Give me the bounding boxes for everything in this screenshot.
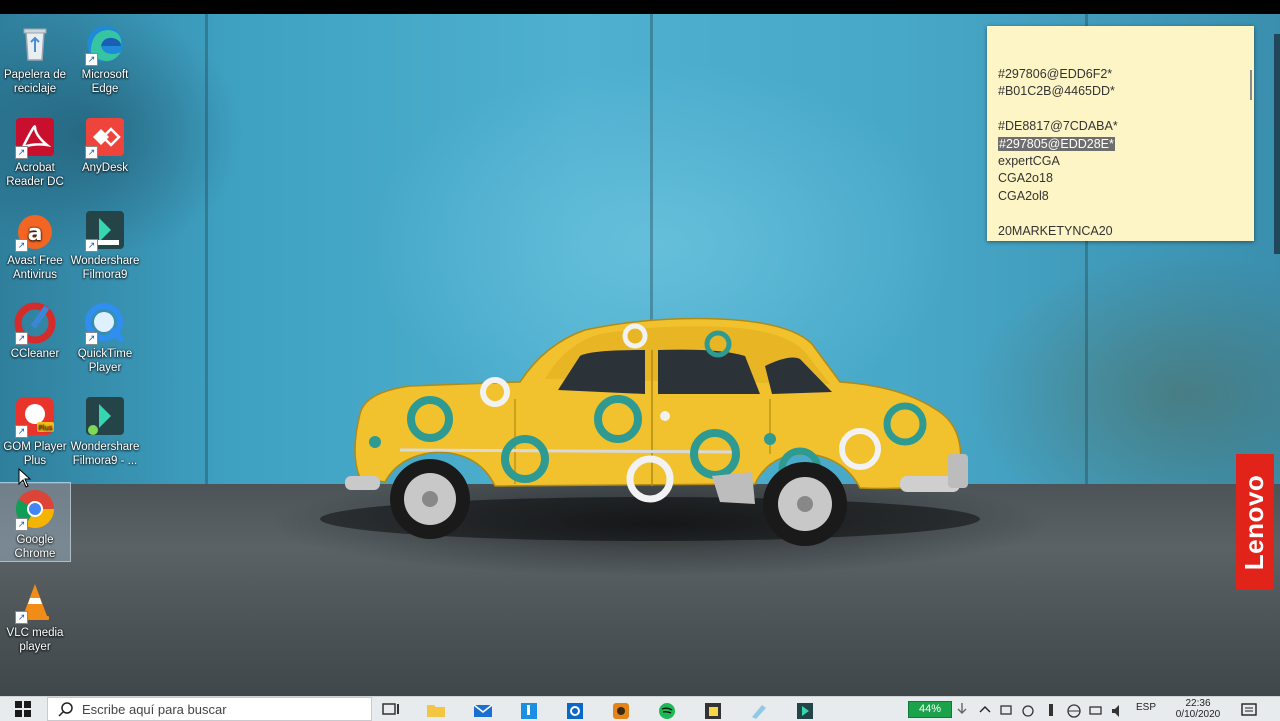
search-icon xyxy=(58,702,73,717)
store-app-icon[interactable] xyxy=(518,699,540,719)
desktop-icon-label: VLC media player xyxy=(6,627,64,653)
tray-app-icon[interactable] xyxy=(998,699,1014,719)
desktop-icon-label: Wondershare Filmora9 - ... xyxy=(70,441,140,467)
filmora-taskbar-icon[interactable] xyxy=(794,699,816,719)
notes-app-icon[interactable] xyxy=(748,699,770,719)
shortcut-arrow-icon: ↗ xyxy=(15,146,28,159)
desktop-icon-label: QuickTime Player xyxy=(77,348,133,374)
cloud-sync-icon[interactable] xyxy=(1020,699,1036,719)
cortana-app-icon[interactable] xyxy=(564,699,586,719)
network-globe-icon[interactable] xyxy=(1066,699,1082,719)
sticky-note-line: #B01C2B@4465DD* xyxy=(998,84,1115,99)
windows-logo-icon xyxy=(15,701,31,717)
action-center-icon[interactable] xyxy=(1240,699,1258,719)
shortcut-arrow-icon: ↗ xyxy=(15,425,28,438)
shortcut-arrow-icon: ↗ xyxy=(85,146,98,159)
desktop-icon-vlc[interactable]: ↗ VLC media player xyxy=(0,576,70,654)
desktop-icon-filmora[interactable]: ↗ Wondershare Filmora9 xyxy=(70,204,140,282)
desktop-icon-label: Google Chrome xyxy=(14,534,56,560)
desktop-icon-label: Papelera de reciclaje xyxy=(3,69,67,95)
desktop-icon-label: Acrobat Reader DC xyxy=(6,162,64,188)
desktop-icon-edge[interactable]: ↗ Microsoft Edge xyxy=(70,18,140,96)
clock-date: 0/10/2020 xyxy=(1175,709,1221,720)
download-arrow-icon[interactable] xyxy=(955,699,969,719)
desktop-icon-filmora-2[interactable]: Wondershare Filmora9 - ... xyxy=(70,390,140,468)
filmora-icon xyxy=(86,397,124,435)
shortcut-arrow-icon: ↗ xyxy=(85,332,98,345)
shortcut-arrow-icon: ↗ xyxy=(15,332,28,345)
lenovo-logo: Lenovo xyxy=(1236,454,1274,590)
usb-icon[interactable] xyxy=(1044,699,1058,719)
task-view-icon[interactable] xyxy=(380,699,402,719)
spotify-icon[interactable] xyxy=(656,699,678,719)
chevron-up-icon[interactable] xyxy=(978,699,992,719)
sticky-note-line xyxy=(998,101,1238,118)
photos-app-icon[interactable] xyxy=(610,699,632,719)
language-indicator[interactable]: ESP xyxy=(1136,702,1156,713)
desktop-icon-recycle-bin[interactable]: Papelera de reciclaje xyxy=(0,18,70,96)
mail-icon[interactable] xyxy=(472,699,494,719)
desktop-icon-label: Wondershare Filmora9 xyxy=(70,255,140,281)
taskbar-search-input[interactable] xyxy=(80,700,364,718)
desktop-icon-anydesk[interactable]: ↗ AnyDesk xyxy=(70,111,140,189)
sticky-note-line xyxy=(998,205,1238,222)
start-button[interactable] xyxy=(0,697,46,721)
desktop-icon-quicktime[interactable]: ↗ QuickTime Player xyxy=(70,297,140,375)
taskbar-search-box[interactable] xyxy=(47,697,372,721)
mouse-cursor-icon xyxy=(18,468,32,488)
sticky-note[interactable]: #297806@EDD6F2* #B01C2B@4465DD* #DE8817@… xyxy=(987,26,1254,241)
sticky-note-line: #DE8817@7CDABA* xyxy=(998,119,1118,134)
sticky-note-line: #297806@EDD6F2* xyxy=(998,67,1113,81)
sticky-note-text[interactable]: #297806@EDD6F2* #B01C2B@4465DD* #DE8817@… xyxy=(998,66,1238,240)
shortcut-arrow-icon: ↗ xyxy=(15,611,28,624)
sticky-note-line: CGA2ol8 xyxy=(998,188,1049,203)
volume-icon[interactable] xyxy=(1110,699,1126,719)
taskbar-clock[interactable]: 22:36 0/10/2020 xyxy=(1168,698,1228,720)
desktop-icon-ccleaner[interactable]: ↗ CCleaner xyxy=(0,297,70,375)
desktop-icon-label: Microsoft Edge xyxy=(81,69,129,95)
shortcut-arrow-icon: ↗ xyxy=(85,53,98,66)
battery-indicator[interactable]: 44% xyxy=(908,701,952,718)
sticky-note-scrollbar[interactable] xyxy=(1250,70,1252,100)
desktop-icon-gom-player[interactable]: Plus ↗ GOM Player Plus xyxy=(0,390,70,468)
file-explorer-icon[interactable] xyxy=(425,699,447,719)
desktop-icon-label: Avast Free Antivirus xyxy=(7,255,63,281)
taskbar: 44% ESP 22:36 0/10/2020 xyxy=(0,696,1280,721)
sticky-note-selected-line: #297805@EDD28E* xyxy=(998,136,1115,151)
battery-tray-icon[interactable] xyxy=(1088,699,1104,719)
svg-text:Plus: Plus xyxy=(38,424,53,432)
desktop-icon-label: CCleaner xyxy=(10,348,60,360)
shortcut-arrow-icon: ↗ xyxy=(15,518,28,531)
desktop-icon-avast[interactable]: a ↗ Avast Free Antivirus xyxy=(0,204,70,282)
shortcut-arrow-icon: ↗ xyxy=(85,239,98,252)
desktop-icon-label: GOM Player Plus xyxy=(3,441,67,467)
sticky-notes-app-icon[interactable] xyxy=(702,699,724,719)
desktop-icon-chrome[interactable]: ↗ Google Chrome xyxy=(0,482,71,562)
desktop-icon-label: AnyDesk xyxy=(81,162,129,174)
recycle-bin-icon xyxy=(23,28,47,61)
offscreen-window-edge xyxy=(1274,34,1280,254)
sticky-note-line: 20MARKETYNCA20 xyxy=(998,223,1113,238)
shortcut-arrow-icon: ↗ xyxy=(15,239,28,252)
lenovo-logo-text: Lenovo xyxy=(1239,474,1270,570)
desktop-icon-acrobat[interactable]: ↗ Acrobat Reader DC xyxy=(0,111,70,189)
svg-text:a: a xyxy=(28,221,43,246)
sticky-note-line: CGA2o18 xyxy=(998,171,1053,186)
clock-time: 22:36 xyxy=(1185,698,1211,709)
sticky-note-line: expertCGA xyxy=(998,153,1060,168)
